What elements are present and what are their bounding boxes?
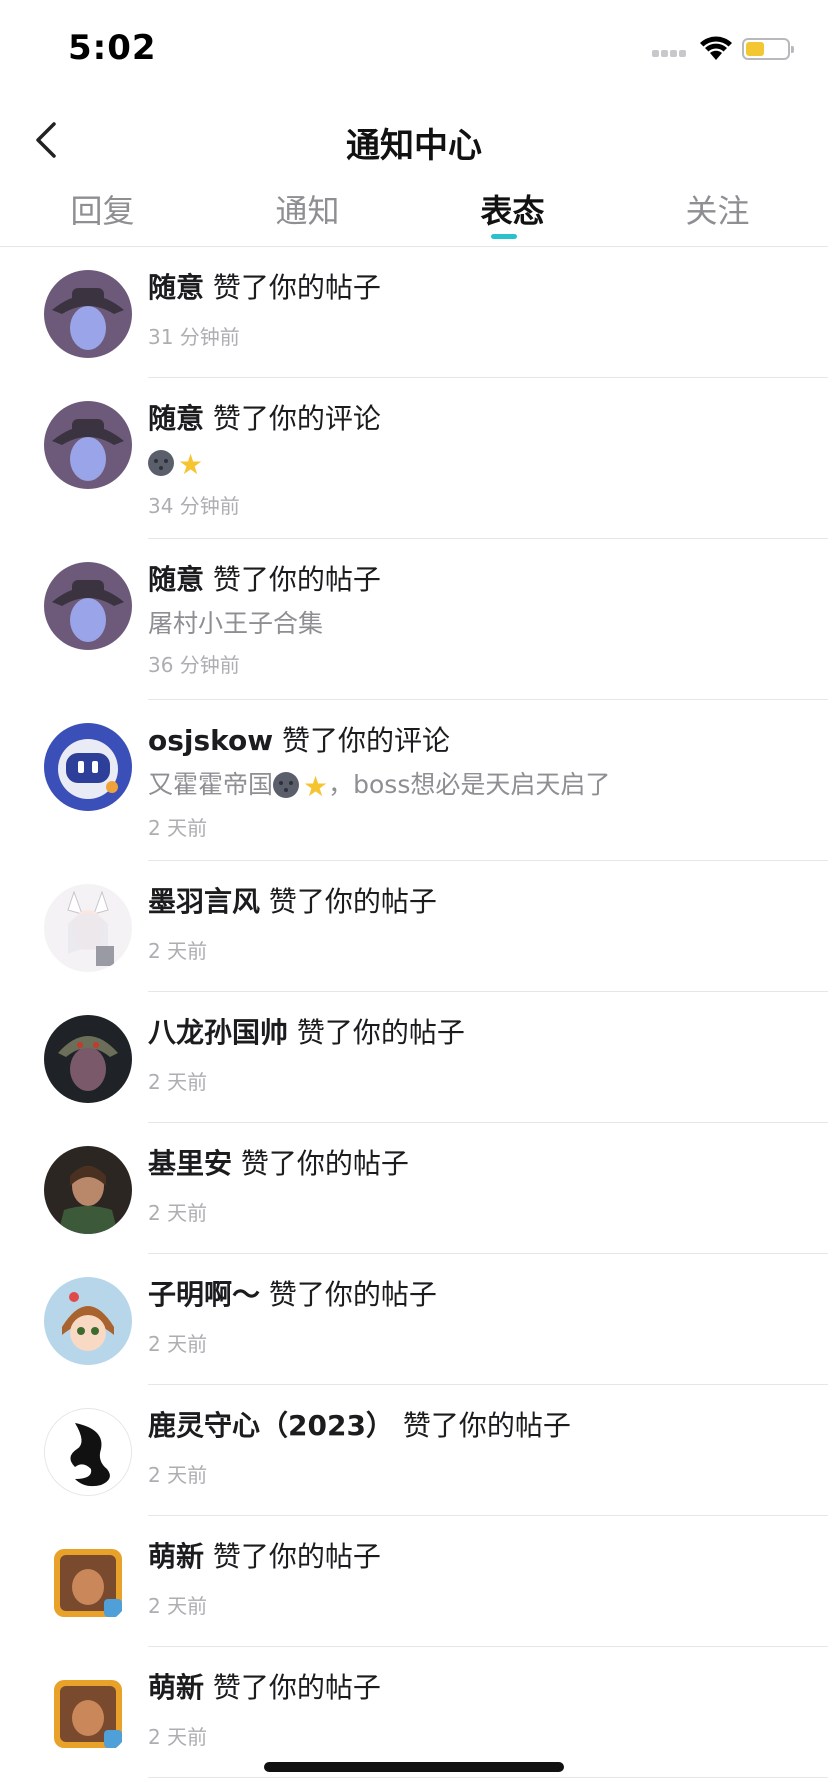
- notification-item[interactable]: 萌新 赞了你的帖子 2 天前: [0, 1647, 828, 1778]
- notification-username: osjskow: [148, 724, 274, 757]
- tab-bar: 回复 通知 表态 关注: [0, 180, 828, 247]
- wizard-avatar[interactable]: [44, 562, 132, 650]
- notification-title: 鹿灵守心（2023） 赞了你的帖子: [148, 1407, 828, 1445]
- notification-title: 墨羽言风 赞了你的帖子: [148, 883, 828, 921]
- star-icon: ★: [178, 448, 204, 481]
- notification-item[interactable]: 随意 赞了你的评论 ★ 34 分钟前: [0, 378, 828, 539]
- notification-username: 随意: [148, 563, 205, 596]
- notification-item[interactable]: 鹿灵守心（2023） 赞了你的帖子 2 天前: [0, 1385, 828, 1516]
- notification-title: 随意 赞了你的评论: [148, 400, 828, 438]
- notification-item[interactable]: 萌新 赞了你的帖子 2 天前: [0, 1516, 828, 1647]
- notification-item[interactable]: 随意 赞了你的帖子 31 分钟前: [0, 247, 828, 378]
- snippet-text: 又霍霍帝国: [148, 770, 274, 799]
- new-moon-face-icon: [148, 450, 174, 476]
- wizard-avatar[interactable]: [44, 270, 132, 358]
- notification-time: 2 天前: [148, 939, 208, 963]
- notification-time: 31 分钟前: [148, 325, 240, 349]
- notification-time: 2 天前: [148, 1201, 208, 1225]
- notification-item[interactable]: osjskow 赞了你的评论 又霍霍帝国 ★，boss想必是天启天启了 2 天前: [0, 700, 828, 861]
- notification-action: 赞了你的帖子: [268, 1278, 437, 1311]
- notification-item[interactable]: 随意 赞了你的帖子 屠村小王子合集 36 分钟前: [0, 539, 828, 700]
- notification-action: 赞了你的帖子: [240, 1147, 409, 1180]
- notification-username: 基里安: [148, 1147, 233, 1180]
- notification-item[interactable]: 墨羽言风 赞了你的帖子 2 天前: [0, 861, 828, 992]
- star-icon: ★: [303, 770, 329, 803]
- notification-action: 赞了你的帖子: [212, 1540, 381, 1573]
- warrior-avatar[interactable]: [44, 1015, 132, 1103]
- notification-username: 鹿灵守心（2023）: [148, 1409, 394, 1442]
- notification-title: 随意 赞了你的帖子: [148, 269, 828, 307]
- page-title: 通知中心: [346, 126, 482, 166]
- notification-username: 随意: [148, 402, 205, 435]
- status-bar: 5:02: [0, 0, 828, 100]
- game-hero-avatar[interactable]: [44, 1670, 132, 1758]
- anime-girl-avatar[interactable]: [44, 1277, 132, 1365]
- notification-username: 萌新: [148, 1540, 205, 1573]
- notification-title: 随意 赞了你的帖子: [148, 561, 828, 599]
- battery-icon: [742, 38, 794, 60]
- wizard-avatar[interactable]: [44, 401, 132, 489]
- notification-title: 基里安 赞了你的帖子: [148, 1145, 828, 1183]
- notification-action: 赞了你的评论: [212, 402, 381, 435]
- notification-username: 子明啊～: [148, 1278, 261, 1311]
- game-hero-avatar[interactable]: [44, 1539, 132, 1627]
- notification-time: 34 分钟前: [148, 494, 240, 518]
- notification-username: 随意: [148, 271, 205, 304]
- notification-username: 萌新: [148, 1671, 205, 1704]
- active-tab-indicator: [491, 234, 517, 239]
- notification-action: 赞了你的帖子: [212, 271, 381, 304]
- tab-reactions[interactable]: 表态: [410, 186, 615, 232]
- notification-title: 八龙孙国帅 赞了你的帖子: [148, 1014, 828, 1052]
- notification-time: 2 天前: [148, 1070, 208, 1094]
- notification-action: 赞了你的帖子: [296, 1016, 465, 1049]
- dragon-avatar[interactable]: [44, 1408, 132, 1496]
- notification-username: 八龙孙国帅: [148, 1016, 289, 1049]
- notification-time: 36 分钟前: [148, 653, 240, 677]
- notification-time: 2 天前: [148, 1594, 208, 1618]
- notification-snippet: 屠村小王子合集: [148, 609, 324, 638]
- notification-action: 赞了你的帖子: [268, 885, 437, 918]
- home-indicator[interactable]: [264, 1762, 564, 1772]
- notification-item[interactable]: 子明啊～ 赞了你的帖子 2 天前: [0, 1254, 828, 1385]
- notification-snippet: 又霍霍帝国 ★，boss想必是天启天启了: [148, 768, 828, 804]
- notification-list: 随意 赞了你的帖子 31 分钟前 随意 赞了你的评论 ★ 34 分钟前 随意 赞…: [0, 247, 828, 1778]
- notification-action: 赞了你的帖子: [212, 563, 381, 596]
- robot-avatar[interactable]: [44, 723, 132, 811]
- notification-time: 2 天前: [148, 1463, 208, 1487]
- notification-time: 2 天前: [148, 1725, 208, 1749]
- anime-fox-avatar[interactable]: [44, 884, 132, 972]
- snippet-text: ，boss想必是天启天启了: [328, 770, 611, 799]
- nav-bar: 通知中心: [0, 100, 828, 180]
- man-avatar[interactable]: [44, 1146, 132, 1234]
- notification-title: 萌新 赞了你的帖子: [148, 1669, 828, 1707]
- notification-time: 2 天前: [148, 1332, 208, 1356]
- notification-item[interactable]: 基里安 赞了你的帖子 2 天前: [0, 1123, 828, 1254]
- status-time: 5:02: [68, 28, 157, 68]
- tab-notifications[interactable]: 通知: [205, 186, 410, 232]
- tab-replies[interactable]: 回复: [0, 186, 205, 232]
- notification-time: 2 天前: [148, 816, 208, 840]
- divider: [148, 1777, 828, 1778]
- tab-following[interactable]: 关注: [615, 186, 820, 232]
- notification-action: 赞了你的帖子: [402, 1409, 571, 1442]
- notification-username: 墨羽言风: [148, 885, 261, 918]
- notification-title: 子明啊～ 赞了你的帖子: [148, 1276, 828, 1314]
- notification-title: 萌新 赞了你的帖子: [148, 1538, 828, 1576]
- notification-action: 赞了你的评论: [282, 724, 451, 757]
- notification-title: osjskow 赞了你的评论: [148, 722, 828, 760]
- new-moon-face-icon: [273, 772, 300, 798]
- notification-item[interactable]: 八龙孙国帅 赞了你的帖子 2 天前: [0, 992, 828, 1123]
- notification-snippet: ★: [148, 446, 828, 482]
- notification-action: 赞了你的帖子: [212, 1671, 381, 1704]
- wifi-icon: [700, 36, 732, 60]
- cellular-signal-icon: [652, 50, 692, 60]
